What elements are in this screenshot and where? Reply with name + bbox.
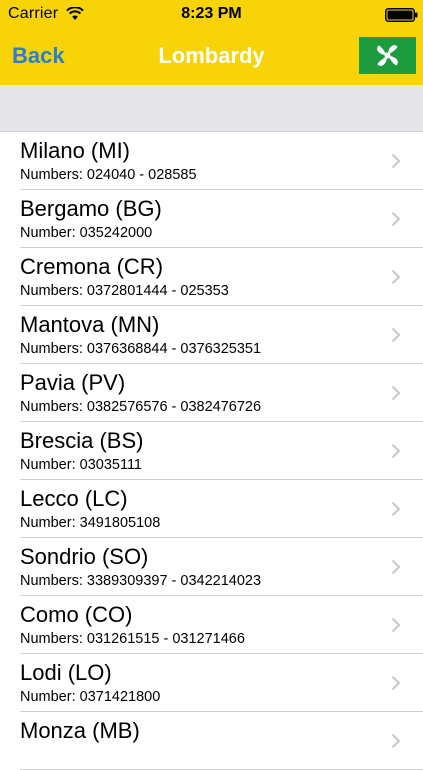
list-item[interactable]: Milano (MI) Numbers: 024040 - 028585 — [0, 132, 423, 190]
province-name: Como (CO) — [20, 602, 133, 627]
chevron-right-icon — [391, 327, 401, 343]
province-numbers: Numbers: 3389309397 - 0342214023 — [20, 573, 262, 589]
status-bar: Carrier 8:23 PM — [0, 0, 423, 30]
list-item[interactable]: Bergamo (BG) Number: 035242000 — [0, 190, 423, 248]
battery-icon — [385, 8, 418, 22]
lombardy-flag-icon — [377, 45, 398, 66]
province-name: Sondrio (SO) — [20, 544, 149, 569]
chevron-right-icon — [391, 269, 401, 285]
province-numbers: Number: 3491805108 — [20, 515, 161, 531]
chevron-right-icon — [391, 617, 401, 633]
status-time: 8:23 PM — [181, 5, 242, 22]
list-item[interactable]: Sondrio (SO) Numbers: 3389309397 - 03422… — [0, 538, 423, 596]
chevron-right-icon — [391, 733, 401, 749]
province-numbers: Numbers: 0376368844 - 0376325351 — [20, 341, 262, 357]
province-numbers: Number: 035242000 — [20, 225, 153, 241]
province-numbers: Number: 0371421800 — [20, 689, 161, 705]
section-header — [0, 85, 423, 132]
province-name: Lecco (LC) — [20, 486, 128, 511]
province-numbers: Numbers: 0372801444 - 025353 — [20, 283, 229, 299]
chevron-right-icon — [391, 501, 401, 517]
list-item[interactable]: Mantova (MN) Numbers: 0376368844 - 03763… — [0, 306, 423, 364]
list-item[interactable]: Monza (MB) — [0, 712, 423, 770]
province-numbers: Numbers: 0382576576 - 0382476726 — [20, 399, 262, 415]
list-item[interactable]: Como (CO) Numbers: 031261515 - 031271466 — [0, 596, 423, 654]
province-name: Cremona (CR) — [20, 254, 164, 279]
province-name: Brescia (BS) — [20, 428, 144, 453]
province-name: Monza (MB) — [20, 718, 140, 743]
province-name: Lodi (LO) — [20, 660, 112, 685]
lombardy-flag-button[interactable] — [359, 37, 416, 74]
province-numbers: Number: 03035111 — [20, 457, 142, 473]
chevron-right-icon — [391, 675, 401, 691]
top-bar: Carrier 8:23 PM Back Lombardy — [0, 0, 423, 85]
province-name: Milano (MI) — [20, 138, 131, 163]
chevron-right-icon — [391, 559, 401, 575]
chevron-right-icon — [391, 443, 401, 459]
list-item[interactable]: Brescia (BS) Number: 03035111 — [0, 422, 423, 480]
province-name: Mantova (MN) — [20, 312, 160, 337]
chevron-right-icon — [391, 153, 401, 169]
navigation-bar: Back Lombardy — [0, 30, 423, 85]
province-name: Pavia (PV) — [20, 370, 126, 395]
list-item[interactable]: Lecco (LC) Number: 3491805108 — [0, 480, 423, 538]
list-item[interactable]: Cremona (CR) Numbers: 0372801444 - 02535… — [0, 248, 423, 306]
chevron-right-icon — [391, 385, 401, 401]
list-item[interactable]: Pavia (PV) Numbers: 0382576576 - 0382476… — [0, 364, 423, 422]
province-numbers: Numbers: 031261515 - 031271466 — [20, 631, 245, 647]
list-item[interactable]: Lodi (LO) Number: 0371421800 — [0, 654, 423, 712]
chevron-right-icon — [391, 211, 401, 227]
province-name: Bergamo (BG) — [20, 196, 162, 221]
province-list: Milano (MI) Numbers: 024040 - 028585 Ber… — [0, 132, 423, 770]
province-numbers: Numbers: 024040 - 028585 — [20, 167, 197, 183]
